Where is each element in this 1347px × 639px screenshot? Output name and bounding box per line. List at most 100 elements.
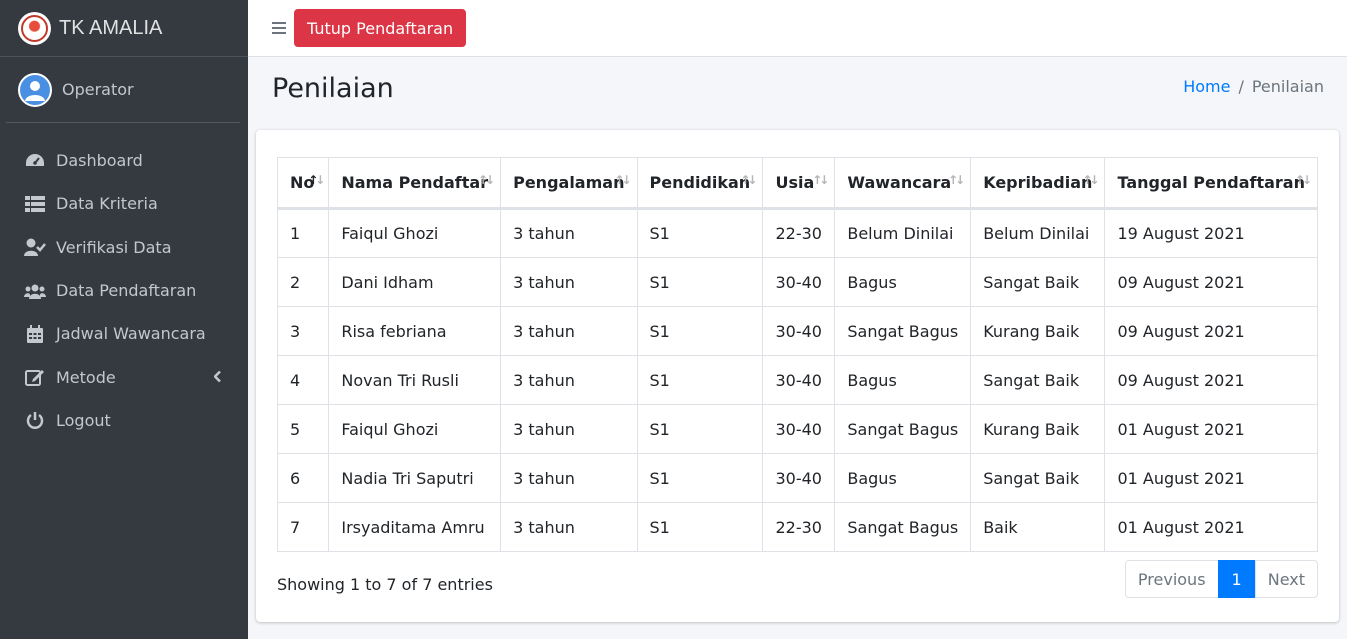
brand-logo [18,11,51,45]
table-cell: S1 [636,208,764,258]
sidebar-item-label: Verifikasi Data [56,237,172,257]
table-cell: 01 August 2021 [1104,502,1318,552]
sidebar-item-label: Data Pendaftaran [56,281,197,301]
table-cell: S1 [636,404,764,454]
sidebar-item-label: Data Kriteria [56,194,158,214]
column-header-tanggal-pendaftaran[interactable]: Tanggal Pendaftaran ↑↓ [1104,157,1318,210]
power-icon [24,410,46,430]
breadcrumb-home-link[interactable]: Home [1183,77,1230,96]
table-cell: Faiqul Ghozi [328,404,502,454]
table-cell: 3 tahun [500,404,638,454]
table-row: 6 Nadia Tri Saputri 3 tahun S1 30-40 Bagus San… [276,453,1318,503]
sidebar-item-logout[interactable]: Logout [8,399,240,442]
edit-icon [24,367,46,387]
table-cell: 01 August 2021 [1104,404,1318,454]
table-cell: Bagus [834,355,972,405]
column-header-wawancara[interactable]: Wawancara ↑↓ [834,157,972,210]
sidebar-item-dashboard[interactable]: Dashboard [8,139,240,182]
table-cell: 4 [276,355,330,405]
breadcrumb: Home / Penilaian [1183,77,1324,96]
page-title: Penilaian [272,73,394,104]
sort-icon: ↑↓ [948,173,965,187]
table-cell: Bagus [834,257,972,307]
table-cell: Nadia Tri Saputri [328,453,502,503]
column-header-label: Pengalaman [513,173,625,192]
table-cell: Sangat Baik [970,257,1106,307]
sidebar-item-jadwal-wawancara[interactable]: Jadwal Wawancara [8,312,240,355]
breadcrumb-separator: / [1238,77,1244,96]
pagination-page-button[interactable]: 1 [1217,560,1256,598]
table-cell: 7 [276,502,330,552]
column-header-nama-pendaftar[interactable]: Nama Pendaftar ↑↓ [328,157,502,210]
table-cell: S1 [636,453,764,503]
tachometer-icon [24,151,46,171]
sidebar-item-verifikasi-data[interactable]: Verifikasi Data [8,226,240,269]
users-icon [24,281,46,301]
table-row: 2 Dani Idham 3 tahun S1 30-40 Bagus Sangat Bai… [276,257,1318,307]
user-check-icon [24,237,46,257]
table-cell: 3 tahun [500,453,638,503]
table-cell: 30-40 [762,306,836,356]
user-name: Operator [62,80,134,99]
sidebar-item-metode[interactable]: Metode [8,355,240,398]
sidebar-item-data-kriteria[interactable]: Data Kriteria [8,182,240,225]
column-header-label: Nama Pendaftar [341,173,489,192]
sidebar-item-label: Metode [56,367,116,387]
sidebar-item-label: Dashboard [56,151,143,171]
table-cell: Belum Dinilai [970,208,1106,258]
table-cell: 30-40 [762,453,836,503]
table-cell: Baik [970,502,1106,552]
table-cell: 01 August 2021 [1104,453,1318,503]
pagination-previous-button[interactable]: Previous [1124,560,1219,598]
table-cell: 2 [276,257,330,307]
table-cell: Risa febriana [328,306,502,356]
pagination-next-button[interactable]: Next [1254,560,1318,598]
table-cell: 09 August 2021 [1104,355,1318,405]
table-cell: 3 tahun [500,257,638,307]
table-cell: Bagus [834,453,972,503]
table-cell: Sangat Bagus [834,306,972,356]
table-row: 1 Faiqul Ghozi 3 tahun S1 22-30 Belum Dinilai… [276,208,1318,258]
column-header-pengalaman[interactable]: Pengalaman ↑↓ [500,157,638,210]
table-cell: Dani Idham [328,257,502,307]
column-header-no[interactable]: No ↑↓ [276,157,330,210]
calendar-icon [24,324,46,344]
column-header-label: Tanggal Pendaftaran [1117,173,1305,192]
column-header-label: Kepribadian [983,173,1093,192]
close-registration-button[interactable]: Tutup Pendaftaran [294,9,467,47]
table-cell: Belum Dinilai [834,208,972,258]
table-header-row: No ↑↓ Nama Pendaftar ↑↓ Pengalaman ↑↓ Pendi… [276,157,1318,210]
column-header-usia[interactable]: Usia ↑↓ [762,157,836,210]
table-row: 4 Novan Tri Rusli 3 tahun S1 30-40 Bagus Sanga… [276,355,1318,405]
table-cell: 30-40 [762,404,836,454]
table-cell: 09 August 2021 [1104,306,1318,356]
table-cell: 22-30 [762,208,836,258]
sort-icon: ↑↓ [1294,173,1312,187]
table-row: 3 Risa febriana 3 tahun S1 30-40 Sangat Bagus… [276,306,1318,356]
sidebar-item-label: Jadwal Wawancara [56,324,206,344]
table-cell: 30-40 [762,257,836,307]
table-cell: Sangat Bagus [834,502,972,552]
table-cell: S1 [636,502,764,552]
menu-toggle-icon[interactable] [272,22,286,34]
table-body: 1 Faiqul Ghozi 3 tahun S1 22-30 Belum Dinilai… [276,208,1318,552]
user-panel[interactable]: Operator [6,57,240,123]
sort-icon: ↑↓ [740,173,757,187]
table-cell: 1 [276,208,330,258]
table-cell: 3 tahun [500,355,638,405]
sidebar-item-data-pendaftaran[interactable]: Data Pendaftaran [8,269,240,312]
table-cell: Sangat Baik [970,355,1106,405]
sort-icon: ↑↓ [812,173,829,187]
table-row: 5 Faiqul Ghozi 3 tahun S1 30-40 Sangat Bagus K… [276,404,1318,454]
sidebar: TK AMALIA Operator Dashboard Data Kriter… [0,0,248,639]
table-cell: Novan Tri Rusli [328,355,502,405]
table-cell: S1 [636,257,764,307]
brand-link[interactable]: TK AMALIA [0,0,248,57]
table-cell: Kurang Baik [970,404,1106,454]
column-header-pendidikan[interactable]: Pendidikan ↑↓ [636,157,764,210]
table-cell: Faiqul Ghozi [328,208,502,258]
column-header-kepribadian[interactable]: Kepribadian ↑↓ [970,157,1106,210]
assessment-table: No ↑↓ Nama Pendaftar ↑↓ Pengalaman ↑↓ Pendi… [276,157,1318,552]
table-cell: 5 [276,404,330,454]
table-cell: Sangat Bagus [834,404,972,454]
